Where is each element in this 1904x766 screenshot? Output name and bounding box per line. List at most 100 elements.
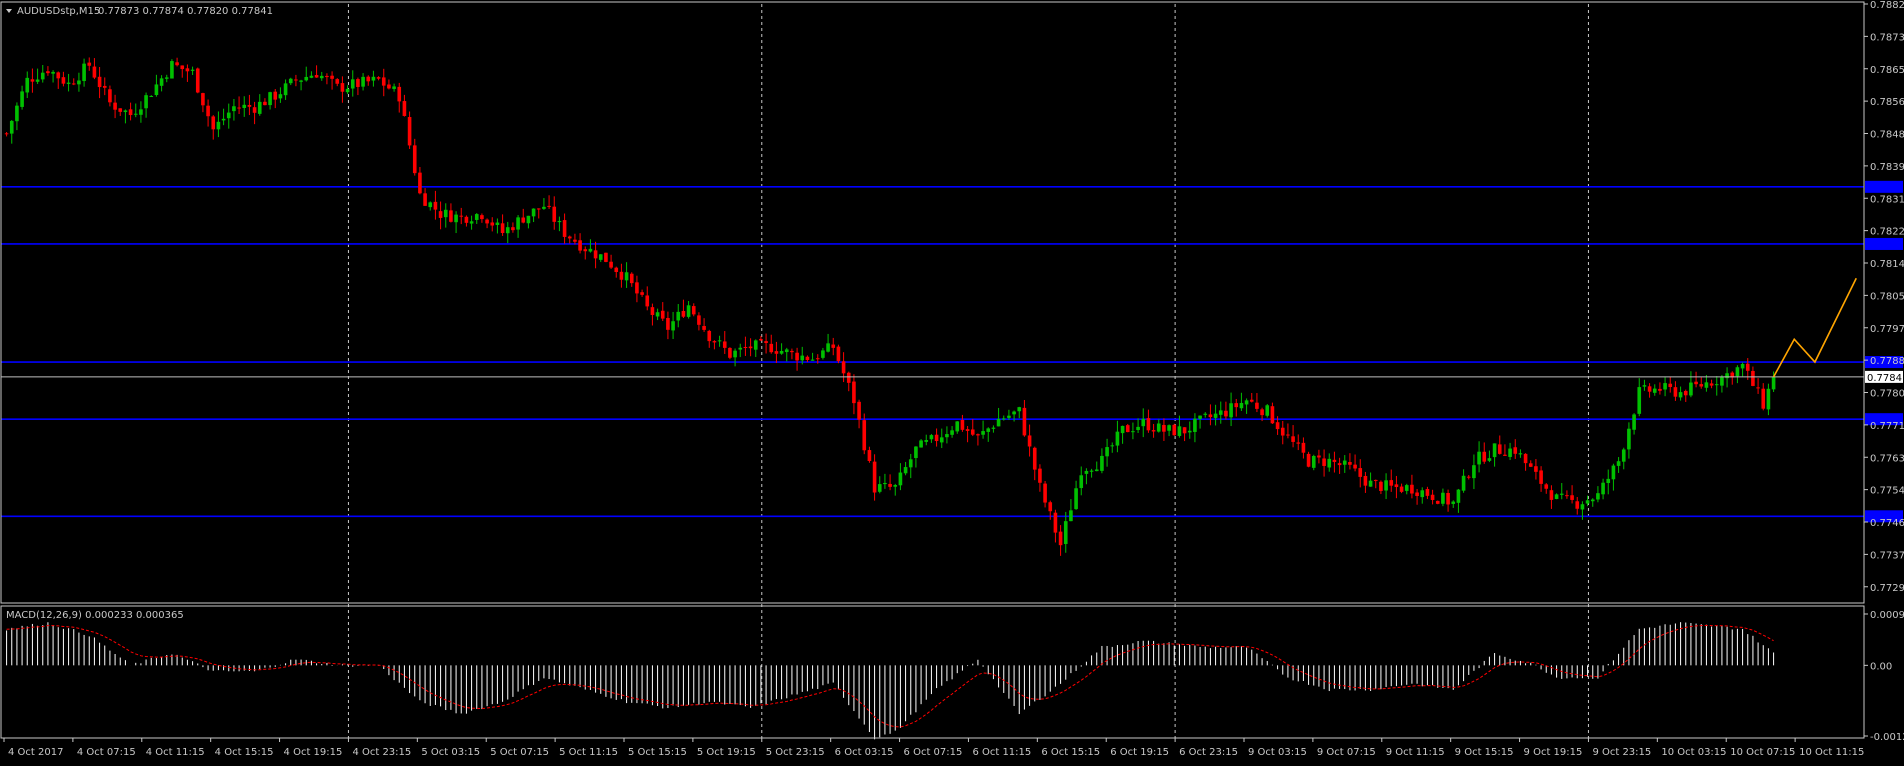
candle-body	[1503, 454, 1507, 456]
price-tick-label: 0.78395	[1870, 162, 1904, 173]
candle-body	[1642, 385, 1647, 387]
candle-body	[1358, 468, 1363, 477]
candle-body	[1208, 414, 1213, 418]
price-tick-label: 0.78140	[1870, 259, 1904, 270]
candle-body	[1270, 406, 1275, 424]
candle-body	[1193, 418, 1197, 432]
candle-body	[671, 321, 675, 331]
candle-body	[1229, 403, 1233, 418]
candle-body	[790, 350, 794, 353]
candle-body	[381, 77, 386, 86]
candle-body	[598, 254, 603, 260]
candle-body	[774, 351, 779, 354]
candle-body	[1621, 449, 1626, 462]
candle-body	[294, 79, 298, 81]
candle-body	[288, 78, 293, 84]
candle-body	[314, 75, 319, 78]
candle-body	[263, 101, 267, 106]
candle-body	[583, 249, 588, 252]
candle-body	[77, 80, 81, 85]
candle-body	[640, 292, 644, 295]
candle-body	[903, 467, 908, 474]
price-tick-label: 0.78310	[1870, 194, 1904, 205]
candle-body	[702, 326, 706, 330]
candle-body	[449, 210, 453, 222]
candle-body	[645, 295, 650, 307]
candle-body	[1131, 431, 1135, 433]
price-tick-label: 0.77885	[1870, 356, 1904, 367]
candle-body	[1120, 425, 1125, 434]
candle-body	[1317, 455, 1321, 458]
candle-body	[1720, 376, 1724, 386]
time-label: 5 Oct 23:15	[766, 747, 825, 758]
candle-body	[1027, 435, 1032, 447]
candle-body	[1012, 411, 1016, 415]
candle-body	[133, 113, 138, 115]
candle-body	[1048, 502, 1053, 512]
price-tick-label: 0.77460	[1870, 518, 1904, 529]
candle-body	[454, 214, 458, 223]
time-label: 9 Oct 03:15	[1248, 747, 1307, 758]
candle-body	[278, 94, 283, 99]
candle-body	[1353, 464, 1357, 469]
candle-body	[996, 418, 1001, 427]
candle-body	[619, 271, 624, 280]
price-tick-label: 0.78480	[1870, 130, 1904, 141]
time-label: 9 Oct 15:15	[1455, 747, 1514, 758]
candle-body	[1280, 427, 1285, 436]
candle-body	[1466, 476, 1471, 478]
candle-body	[629, 273, 634, 284]
chart-window[interactable]: 4 Oct 2017 4 Oct 07:15 4 Oct 11:15 4 Oct 15…	[0, 0, 1904, 762]
candle-body	[433, 201, 438, 210]
candle-body	[118, 108, 123, 112]
price-chart[interactable]: 4 Oct 2017 4 Oct 07:15 4 Oct 11:15 4 Oct 15…	[0, 0, 1904, 762]
candle-body	[1136, 426, 1140, 431]
candle-body	[939, 437, 944, 443]
candle-body	[955, 421, 960, 432]
time-label: 9 Oct 11:15	[1386, 747, 1445, 758]
price-tick-label: 0.78225	[1870, 227, 1904, 238]
candle-body	[25, 77, 30, 93]
candle-body	[237, 107, 241, 109]
candle-body	[144, 95, 148, 109]
candle-body	[1063, 521, 1068, 544]
candle-body	[609, 261, 613, 268]
candle-body	[991, 427, 996, 429]
candle-body	[15, 105, 19, 122]
candle-body	[1384, 480, 1388, 491]
candle-body	[102, 85, 107, 88]
candle-body	[1528, 463, 1533, 467]
price-tick-label: 0.77545	[1870, 486, 1904, 497]
candle-body	[970, 429, 975, 435]
candle-body	[387, 84, 391, 89]
candle-body	[1668, 383, 1673, 387]
candle-body	[557, 220, 562, 223]
candle-body	[748, 346, 753, 349]
candle-body	[1198, 415, 1202, 419]
candle-body	[1678, 392, 1683, 398]
candle-body	[836, 346, 841, 362]
candle-body	[531, 208, 536, 217]
candle-body	[511, 227, 515, 231]
time-label: 6 Oct 19:15	[1110, 747, 1169, 758]
candle-body	[20, 91, 24, 107]
candle-body	[1394, 484, 1399, 488]
candle-body	[1306, 453, 1311, 467]
candle-body	[547, 205, 551, 207]
candle-body	[376, 77, 381, 79]
candle-body	[604, 252, 608, 262]
candle-body	[516, 217, 520, 230]
candle-body	[779, 350, 784, 354]
candle-body	[1332, 459, 1337, 462]
candle-body	[257, 101, 262, 114]
candle-body	[1125, 425, 1130, 433]
time-label: 6 Oct 11:15	[972, 747, 1031, 758]
candle-body	[1534, 466, 1538, 472]
candle-body	[717, 340, 722, 342]
candle-body	[1327, 458, 1332, 468]
candle-body	[821, 350, 825, 358]
candle-body	[1565, 495, 1569, 497]
price-tick-label: 0.78735	[1870, 32, 1904, 43]
candle-body	[164, 77, 169, 79]
candle-body	[232, 106, 236, 112]
